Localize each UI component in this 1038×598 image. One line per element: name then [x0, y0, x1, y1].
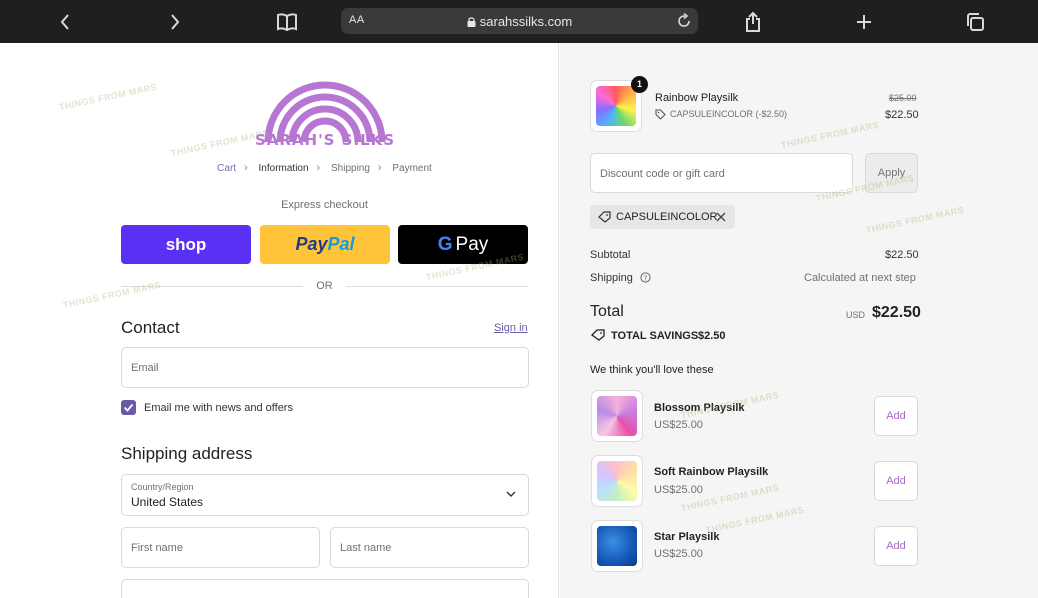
soft-rainbow-playsilk-image	[597, 461, 637, 501]
recommendations-heading: We think you'll love these	[590, 364, 714, 376]
product-price: $22.50	[885, 109, 919, 121]
recommendation-thumbnail	[591, 390, 643, 442]
total-label: Total	[590, 303, 624, 320]
paypal-label-b: Pal	[327, 234, 355, 254]
chevron-right-icon: ›	[316, 162, 321, 174]
recommendation-price: US$25.00	[654, 419, 703, 431]
or-divider: OR	[121, 279, 528, 293]
breadcrumb-cart[interactable]: Cart	[217, 163, 236, 174]
last-name-placeholder: Last name	[340, 542, 392, 554]
first-name-placeholder: First name	[131, 542, 183, 554]
newsletter-checkbox[interactable]	[121, 400, 136, 415]
country-value: United States	[131, 495, 204, 509]
back-icon[interactable]	[52, 0, 78, 43]
reload-icon[interactable]	[676, 12, 692, 30]
breadcrumb-information: Information	[258, 163, 309, 174]
breadcrumb: Cart › Information › Shipping › Payment	[121, 162, 528, 174]
address-field[interactable]	[121, 579, 529, 598]
total-currency: USD	[846, 310, 866, 320]
add-button[interactable]: Add	[874, 461, 918, 501]
rainbow-playsilk-image	[596, 86, 636, 126]
google-g-icon: G	[437, 233, 453, 255]
shop-pay-label: shop	[165, 234, 207, 254]
product-discount: CAPSULEINCOLOR (-$2.50)	[670, 109, 788, 119]
google-pay-label: Pay	[455, 233, 489, 255]
shipping-heading: Shipping address	[121, 444, 253, 463]
newsletter-label: Email me with news and offers	[144, 402, 293, 414]
shop-pay-button[interactable]: shop	[121, 225, 251, 264]
add-button[interactable]: Add	[874, 396, 918, 436]
paypal-label-a: Pay	[295, 234, 328, 254]
recommendation-name: Soft Rainbow Playsilk	[654, 466, 769, 478]
first-name-field[interactable]: First name	[121, 527, 320, 568]
chevron-right-icon: ›	[244, 162, 248, 174]
help-icon[interactable]: ?	[640, 272, 651, 283]
email-placeholder: Email	[131, 362, 159, 374]
subtotal-value: $22.50	[885, 249, 919, 261]
contact-heading: Contact	[121, 318, 180, 337]
total-value: $22.50	[872, 304, 921, 321]
url-text: sarahssilks.com	[479, 14, 573, 29]
add-button[interactable]: Add	[874, 526, 918, 566]
applied-discount-chip: CAPSULEINCOLOR	[590, 205, 735, 229]
product-name: Rainbow Playsilk	[655, 92, 739, 104]
breadcrumb-shipping: Shipping	[331, 163, 370, 174]
shipping-label: Shipping	[590, 272, 633, 284]
discount-placeholder: Discount code or gift card	[600, 168, 725, 180]
chevron-right-icon: ›	[377, 162, 382, 174]
quantity-badge: 1	[631, 76, 648, 93]
lock-icon	[467, 17, 476, 27]
bookmarks-icon[interactable]	[274, 0, 300, 43]
recommendation-thumbnail	[591, 520, 643, 572]
checkmark-icon	[123, 403, 134, 412]
recommendation-price: US$25.00	[654, 548, 703, 560]
discount-code-field[interactable]: Discount code or gift card	[590, 153, 853, 193]
forward-icon[interactable]	[162, 0, 188, 43]
tabs-icon[interactable]	[962, 0, 988, 43]
breadcrumb-payment: Payment	[392, 163, 432, 174]
sign-in-link[interactable]: Sign in	[494, 322, 528, 334]
original-price: $25.00	[889, 93, 917, 103]
chevron-down-icon	[506, 491, 516, 497]
star-playsilk-image	[597, 526, 637, 566]
express-checkout-label: Express checkout	[281, 199, 368, 211]
close-icon[interactable]	[716, 212, 726, 222]
shipping-value: Calculated at next step	[804, 272, 916, 284]
svg-text:?: ?	[644, 274, 648, 282]
new-tab-icon[interactable]	[851, 0, 877, 43]
paypal-button[interactable]: Pay Pal	[260, 225, 390, 264]
address-bar[interactable]: AA sarahssilks.com	[341, 8, 698, 34]
country-label: Country/Region	[131, 482, 194, 492]
divider-line-right	[346, 286, 528, 287]
recommendation-price: US$25.00	[654, 484, 703, 496]
blossom-playsilk-image	[597, 396, 637, 436]
brand-name: SARAH'S SILKS	[254, 131, 396, 149]
savings-tag-icon	[591, 329, 605, 341]
tag-icon	[655, 109, 666, 120]
recommendation-thumbnail	[591, 455, 643, 507]
country-select[interactable]: Country/Region United States	[121, 474, 529, 516]
applied-code: CAPSULEINCOLOR	[616, 211, 718, 223]
share-icon[interactable]	[740, 0, 766, 43]
browser-toolbar: AA sarahssilks.com	[0, 0, 1038, 43]
subtotal-label: Subtotal	[590, 249, 631, 261]
total-savings-value: $2.50	[698, 330, 726, 342]
total-savings-label: TOTAL SAVINGS	[611, 330, 699, 342]
tag-icon	[598, 211, 611, 223]
last-name-field[interactable]: Last name	[330, 527, 529, 568]
email-field[interactable]: Email	[121, 347, 529, 388]
